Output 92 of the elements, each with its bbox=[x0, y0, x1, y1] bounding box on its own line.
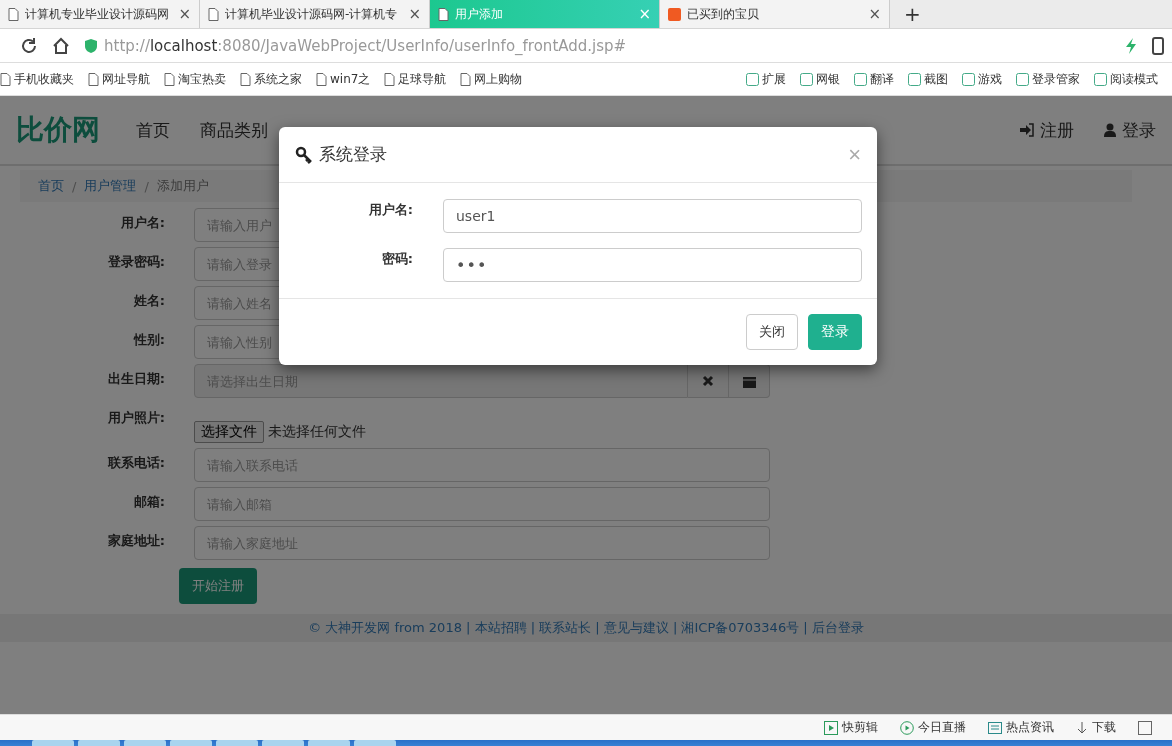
news-icon bbox=[988, 720, 1002, 735]
status-bar-item[interactable]: 今日直播 bbox=[918, 719, 966, 736]
nav-link[interactable]: 商品类别 bbox=[200, 118, 268, 142]
close-icon[interactable]: × bbox=[178, 5, 191, 23]
field-label: 密码: bbox=[380, 250, 413, 268]
calendar-button[interactable] bbox=[729, 364, 770, 398]
page-icon bbox=[316, 72, 327, 86]
bookmark-link[interactable]: 网址导航 bbox=[102, 70, 150, 88]
tool-icon bbox=[1016, 72, 1029, 86]
page-icon bbox=[240, 72, 251, 86]
clear-icon bbox=[702, 375, 714, 387]
close-icon[interactable]: × bbox=[408, 5, 421, 23]
tool-icon bbox=[746, 72, 759, 86]
page-icon bbox=[8, 7, 19, 21]
status-bar-item[interactable]: 下载 bbox=[1092, 719, 1116, 736]
new-tab-button[interactable]: + bbox=[890, 0, 935, 28]
taskbar-button[interactable] bbox=[32, 740, 74, 746]
page-icon bbox=[460, 72, 472, 86]
breadcrumb-separator: / bbox=[72, 178, 77, 194]
password-field[interactable]: ••• bbox=[443, 248, 862, 282]
tool-icon bbox=[1094, 72, 1107, 86]
browser-tab[interactable]: 已买到的宝贝 × bbox=[660, 0, 890, 28]
taskbar-button[interactable] bbox=[216, 740, 258, 746]
close-dialog-button[interactable]: 关闭 bbox=[746, 314, 798, 350]
file-status: 未选择任何文件 bbox=[268, 423, 366, 441]
field-label: 姓名: bbox=[132, 292, 165, 310]
shop-icon bbox=[668, 7, 681, 21]
header-link[interactable]: 登录 bbox=[1122, 118, 1156, 142]
clear-button[interactable] bbox=[688, 364, 729, 398]
bookmark-link[interactable]: 网上购物 bbox=[474, 70, 523, 88]
header-link[interactable]: 注册 bbox=[1040, 118, 1074, 142]
browser-tab[interactable]: 计算机专业毕业设计源码网 × bbox=[0, 0, 200, 28]
browser-tab[interactable]: 计算机毕业设计源码网-计算机专 × bbox=[200, 0, 430, 28]
field-label: 用户名: bbox=[367, 201, 413, 219]
toolbar-button[interactable]: 翻译 bbox=[870, 70, 894, 88]
phone-icon[interactable] bbox=[1152, 36, 1164, 55]
bookmark-link[interactable]: 系统之家 bbox=[254, 70, 302, 88]
page-icon bbox=[164, 72, 175, 86]
username-field[interactable]: user1 bbox=[443, 199, 862, 233]
play-icon bbox=[900, 720, 914, 735]
toolbar-button[interactable]: 游戏 bbox=[978, 70, 1002, 88]
breadcrumb-separator: / bbox=[144, 178, 149, 194]
field-label: 用户名: bbox=[119, 214, 165, 232]
field-label: 性别: bbox=[132, 331, 165, 349]
window-icon[interactable] bbox=[1138, 720, 1152, 735]
tool-icon bbox=[854, 72, 867, 86]
nav-link[interactable]: 首页 bbox=[136, 118, 170, 142]
close-icon[interactable]: × bbox=[868, 5, 881, 23]
toolbar-button[interactable]: 网银 bbox=[816, 70, 840, 88]
bookmark-link[interactable]: 手机收藏夹 bbox=[14, 70, 74, 88]
film-icon bbox=[824, 720, 838, 735]
bookmark-link[interactable]: 足球导航 bbox=[398, 70, 447, 88]
tool-icon bbox=[962, 72, 975, 86]
address-field[interactable]: http://localhost:8080/JavaWebProject/UserInfo/userInfo_frontAdd.jsp# bbox=[104, 36, 627, 55]
user-icon bbox=[1104, 123, 1116, 137]
breadcrumb-item: 添加用户 bbox=[156, 177, 209, 195]
field-label: 登录密码: bbox=[106, 253, 165, 271]
home-icon[interactable] bbox=[52, 36, 70, 55]
taskbar-button[interactable] bbox=[354, 740, 396, 746]
toolbar-button[interactable]: 截图 bbox=[924, 70, 948, 88]
page-icon bbox=[438, 7, 449, 21]
refresh-icon[interactable] bbox=[20, 36, 38, 55]
dialog-title: 系统登录 bbox=[319, 143, 387, 166]
status-bar-item[interactable]: 热点资讯 bbox=[1006, 719, 1054, 736]
choose-file-button[interactable]: 选择文件 bbox=[194, 421, 264, 443]
bookmark-link[interactable]: 淘宝热卖 bbox=[178, 70, 226, 88]
toolbar-button[interactable]: 登录管家 bbox=[1032, 70, 1080, 88]
key-icon bbox=[295, 145, 313, 164]
footer-text: © 大神开发网 from 2018 | 本站招聘 | 联系站长 | 意见与建议 | 湘ICP备0703346号 | 后台登录 bbox=[308, 619, 864, 637]
toolbar-button[interactable]: 扩展 bbox=[762, 70, 786, 88]
taskbar-button[interactable] bbox=[124, 740, 166, 746]
field-label: 出生日期: bbox=[106, 370, 165, 388]
taskbar-button[interactable] bbox=[262, 740, 304, 746]
toolbar-button[interactable]: 阅读模式 bbox=[1110, 70, 1158, 88]
page-icon bbox=[88, 72, 99, 86]
bookmark-link[interactable]: win7之 bbox=[330, 70, 371, 88]
taskbar-button[interactable] bbox=[78, 740, 120, 746]
tool-icon bbox=[800, 72, 813, 86]
shield-icon bbox=[84, 37, 98, 54]
status-bar-item[interactable]: 快剪辑 bbox=[842, 719, 878, 736]
field-label: 邮箱: bbox=[132, 493, 165, 511]
page-icon bbox=[384, 72, 396, 86]
download-icon bbox=[1076, 720, 1088, 735]
calendar-icon bbox=[742, 374, 756, 388]
field-label: 家庭地址: bbox=[106, 532, 165, 550]
taskbar-button[interactable] bbox=[308, 740, 350, 746]
field-label: 用户照片: bbox=[106, 409, 165, 427]
sign-in-icon bbox=[1019, 123, 1034, 137]
page-icon bbox=[208, 7, 219, 21]
tool-icon bbox=[908, 72, 921, 86]
taskbar-button[interactable] bbox=[170, 740, 212, 746]
field-label: 联系电话: bbox=[106, 454, 165, 472]
